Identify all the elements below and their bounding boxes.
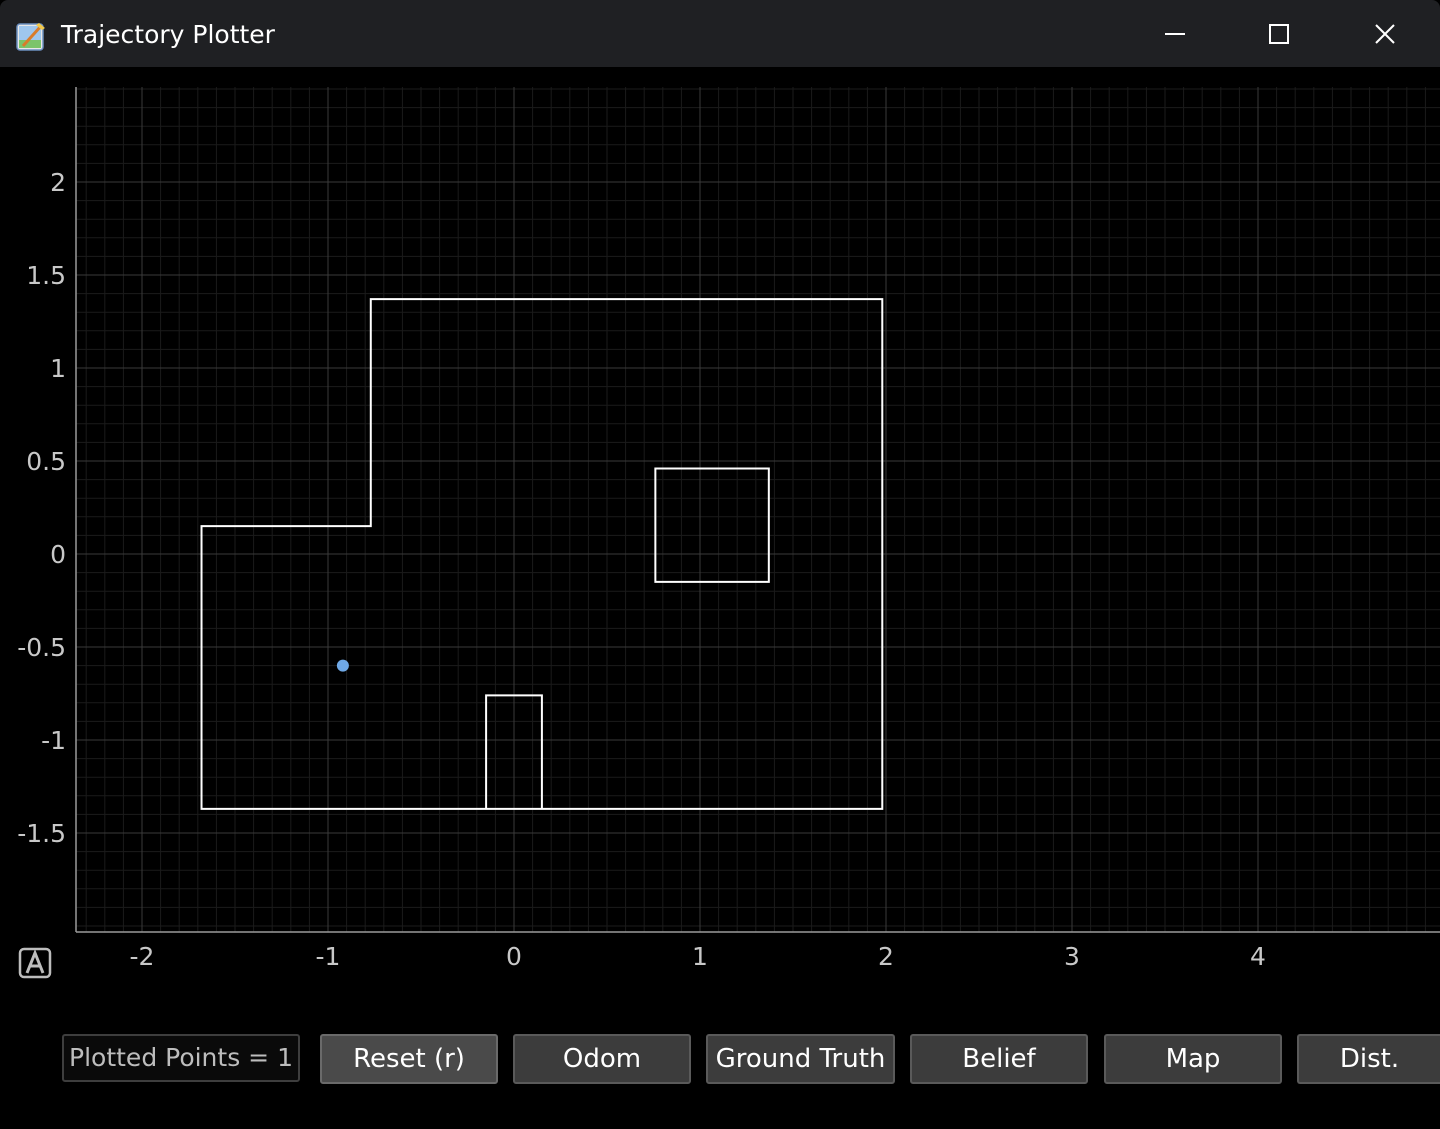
close-button[interactable] bbox=[1362, 14, 1408, 54]
y-tick-label: 1 bbox=[50, 354, 66, 383]
tick-labels: -2 -1 0 1 2 3 4 2 1.5 1 0.5 0 -0.5 -1 -1.5 bbox=[17, 168, 1266, 971]
x-tick-label: 3 bbox=[1064, 942, 1080, 971]
x-tick-label: 1 bbox=[692, 942, 708, 971]
plotted-points-counter: Plotted Points = 1 bbox=[62, 1034, 300, 1082]
y-tick-label: 0.5 bbox=[26, 447, 66, 476]
y-tick-label: -1.5 bbox=[17, 819, 66, 848]
points-layer bbox=[336, 659, 349, 672]
minimize-icon bbox=[1165, 33, 1185, 35]
trajectory-plot[interactable]: -2 -1 0 1 2 3 4 2 1.5 1 0.5 0 -0.5 -1 -1.5 bbox=[0, 67, 1440, 987]
x-tick-label: 0 bbox=[506, 942, 522, 971]
close-icon bbox=[1375, 24, 1395, 44]
minimize-button[interactable] bbox=[1152, 14, 1198, 54]
maximize-icon bbox=[1269, 24, 1289, 44]
grid-minor bbox=[76, 87, 1440, 932]
grid-major bbox=[76, 87, 1440, 932]
x-tick-label: 4 bbox=[1250, 942, 1266, 971]
belief-button[interactable]: Belief bbox=[910, 1034, 1088, 1084]
map-button[interactable]: Map bbox=[1104, 1034, 1282, 1084]
x-tick-label: -1 bbox=[316, 942, 341, 971]
x-tick-label: 2 bbox=[878, 942, 894, 971]
maximize-button[interactable] bbox=[1256, 14, 1302, 54]
y-tick-label: 1.5 bbox=[26, 261, 66, 290]
auto-range-icon[interactable] bbox=[18, 947, 52, 981]
reset-button[interactable]: Reset (r) bbox=[320, 1034, 498, 1084]
y-tick-label: -1 bbox=[41, 726, 66, 755]
map-obstacle-box bbox=[654, 467, 770, 583]
ground-truth-button[interactable]: Ground Truth bbox=[706, 1034, 895, 1084]
plot-axes bbox=[75, 87, 1440, 933]
window-title: Trajectory Plotter bbox=[61, 20, 275, 49]
odom-button[interactable]: Odom bbox=[513, 1034, 691, 1084]
plotted-point bbox=[336, 659, 349, 672]
x-tick-label: -2 bbox=[130, 942, 155, 971]
app-icon bbox=[16, 23, 45, 51]
y-tick-label: 2 bbox=[50, 168, 66, 197]
dist-button[interactable]: Dist. bbox=[1297, 1034, 1440, 1084]
title-bar[interactable]: Trajectory Plotter bbox=[0, 0, 1440, 67]
y-tick-label: 0 bbox=[50, 540, 66, 569]
y-tick-label: -0.5 bbox=[17, 633, 66, 662]
